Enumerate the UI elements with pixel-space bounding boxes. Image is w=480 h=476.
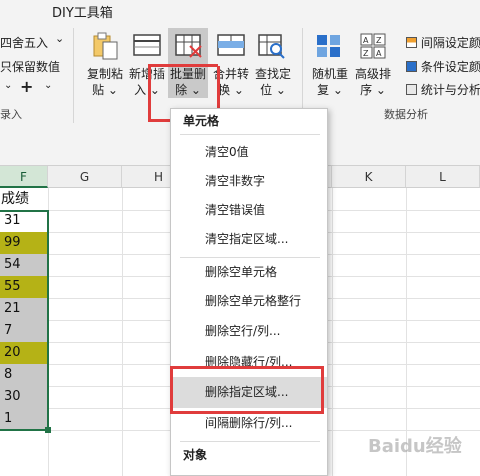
find-locate-line1: 查找定 — [254, 67, 291, 81]
menu-item-delete-empty-cell-rows[interactable]: 删除空单元格整行 — [171, 286, 327, 317]
condition-color-icon — [406, 61, 417, 72]
annotation-box-delete-range — [170, 366, 324, 414]
find-locate-button[interactable]: 查找定 位 ⌄ — [250, 66, 296, 98]
menu-divider — [180, 134, 320, 135]
advanced-sort-button[interactable]: 高级排 序 ⌄ — [350, 66, 396, 98]
group-label-input: 录入 — [0, 108, 22, 121]
svg-text:A: A — [376, 49, 382, 58]
cell-header-score[interactable]: 成绩 — [0, 188, 48, 210]
menu-item-clear-range[interactable]: 清空指定区域... — [171, 224, 327, 255]
statistics-label: 统计与分析 — [420, 83, 480, 97]
advanced-sort-line2: 序 ⌄ — [360, 83, 386, 97]
round-label: 四舍五入 — [0, 36, 49, 50]
advanced-sort-line1: 高级排 — [354, 67, 391, 81]
keep-value-label: 只保留数值 — [0, 60, 61, 74]
interval-color-label: 间隔设定颜 — [420, 36, 480, 50]
tab-diy-toolbox[interactable]: DIY工具箱 — [52, 2, 113, 21]
menu-item-clear-non-number[interactable]: 清空非数字 — [171, 166, 327, 197]
svg-text:A: A — [363, 36, 369, 45]
chevron-down-icon[interactable]: ⌄ — [4, 80, 12, 91]
round-button[interactable]: 四舍五入 — [0, 34, 48, 51]
group-label-analysis: 数据分析 — [384, 108, 428, 121]
column-header-g[interactable]: G — [48, 166, 122, 188]
merge-icon — [216, 32, 246, 60]
plus-icon[interactable]: + — [20, 77, 33, 96]
find-locate-line2: 位 ⌄ — [260, 83, 286, 97]
column-header-k[interactable]: K — [332, 166, 406, 188]
interval-color-icon — [406, 37, 417, 48]
group-divider — [73, 28, 74, 123]
copy-paste-button[interactable]: 复制粘 贴 ⌄ — [82, 66, 128, 98]
condition-color-button[interactable]: 条件设定颜 — [406, 58, 480, 75]
interval-color-button[interactable]: 间隔设定颜 — [406, 34, 480, 51]
column-header-f[interactable]: F — [0, 166, 48, 188]
copy-paste-line1: 复制粘 — [86, 67, 123, 81]
find-icon — [257, 32, 287, 60]
copy-paste-line2: 贴 ⌄ — [92, 83, 118, 97]
menu-item-delete-empty-cells[interactable]: 删除空单元格 — [171, 257, 327, 288]
svg-text:Z: Z — [376, 36, 382, 45]
menu-item-clear-errors[interactable]: 清空错误值 — [171, 195, 327, 226]
keep-value-button[interactable]: 只保留数值 — [0, 58, 60, 75]
svg-text:Z: Z — [363, 49, 369, 58]
menu-item-clear-zero[interactable]: 清空0值 — [171, 137, 327, 168]
sort-icon: A Z Z A — [358, 32, 388, 60]
random-repeat-line1: 随机重 — [311, 67, 348, 81]
selection-border — [0, 210, 49, 431]
insert-table-icon — [132, 32, 162, 60]
chevron-down-icon[interactable]: ⌄ — [44, 80, 52, 91]
column-header-l[interactable]: L — [406, 166, 480, 188]
statistics-button[interactable]: 统计与分析 — [406, 81, 480, 98]
menu-divider — [180, 441, 320, 442]
menu-section-objects: 对象 — [183, 448, 208, 462]
condition-color-label: 条件设定颜 — [420, 60, 480, 74]
statistics-icon — [406, 84, 417, 95]
watermark: Baidu经验 — [368, 436, 462, 457]
delete-table-icon — [174, 32, 204, 60]
random-repeat-button[interactable]: 随机重 复 ⌄ — [307, 66, 353, 98]
menu-section-cells: 单元格 — [183, 114, 220, 128]
copy-paste-icon — [90, 30, 120, 62]
random-repeat-line2: 复 ⌄ — [317, 83, 343, 97]
random-icon — [314, 32, 344, 60]
menu-item-delete-empty-rows-cols[interactable]: 删除空行/列... — [171, 316, 327, 347]
fill-handle[interactable] — [45, 427, 51, 433]
chevron-down-icon[interactable]: ⌄ — [55, 32, 64, 45]
